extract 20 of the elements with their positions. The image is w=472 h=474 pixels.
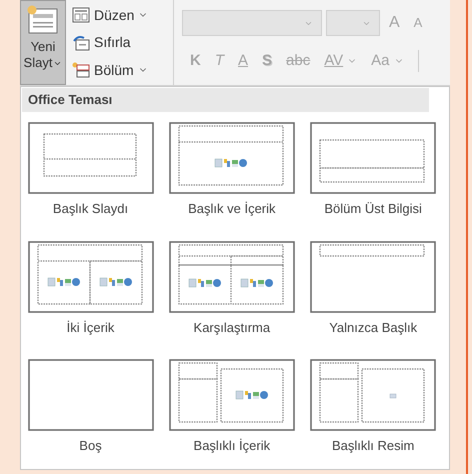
layout-option[interactable]: Başlıklı Resim [310, 359, 437, 456]
ribbon-command[interactable]: Düzen [72, 3, 173, 27]
font-name-dropdown[interactable] [182, 10, 322, 36]
font-size-dropdown[interactable] [326, 10, 380, 36]
layout-option[interactable]: Karşılaştırma [168, 240, 296, 337]
ribbon-command[interactable]: Sıfırla [72, 30, 173, 54]
new-slide-icon [27, 5, 59, 35]
layout-option[interactable]: Bölüm Üst Bilgisi [310, 122, 437, 218]
layout-option[interactable]: Başlıklı İçerik [168, 359, 296, 456]
layout-option[interactable]: Başlık ve İçerik [168, 122, 296, 218]
layout-option[interactable]: Başlık Slaydı [27, 122, 154, 218]
layout-option[interactable]: İki İçerik [27, 240, 154, 337]
layout-icon [72, 7, 90, 23]
ribbon-command[interactable]: Bölüm [72, 58, 173, 82]
section-icon [72, 62, 90, 78]
new-slide-button[interactable]: Yeni Slayt [20, 0, 66, 85]
layout-option[interactable]: Boş [27, 359, 154, 456]
gallery-header: Office Teması [22, 88, 429, 112]
layout-option[interactable]: Yalnızca Başlık [310, 240, 437, 337]
reset-icon [72, 34, 90, 50]
